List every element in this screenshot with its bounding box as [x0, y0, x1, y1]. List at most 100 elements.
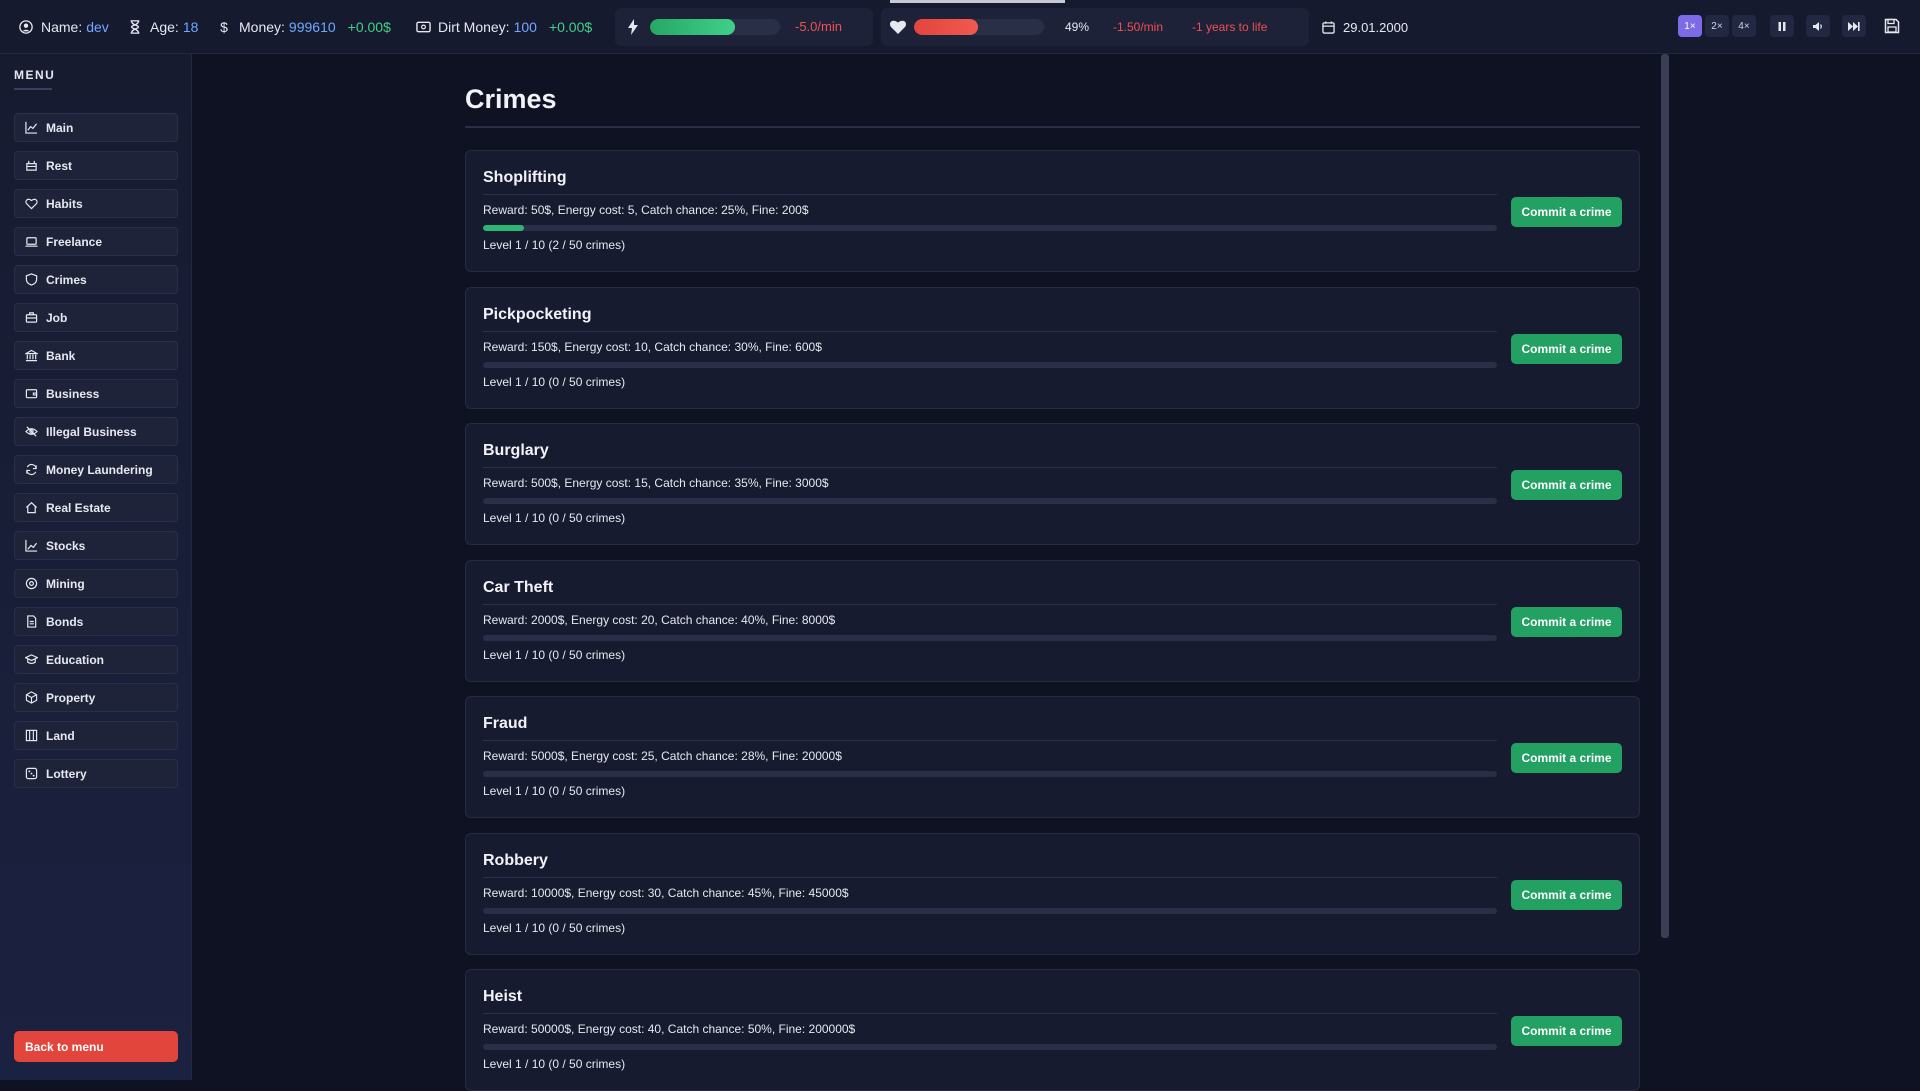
- crime-card-robbery: Robbery Reward: 10000$, Energy cost: 30, …: [465, 832, 1640, 955]
- crime-progress-bar: [483, 907, 1497, 914]
- wallet-icon: [25, 387, 38, 400]
- money-value: 999610: [288, 19, 336, 35]
- crime-progress-bar: [483, 361, 1497, 368]
- sidebar-item-main[interactable]: Main: [14, 113, 178, 142]
- sidebar-item-property[interactable]: Property: [14, 683, 178, 712]
- commit-crime-button[interactable]: Commit a crime: [1511, 879, 1622, 910]
- sidebar-item-habits[interactable]: Habits: [14, 189, 178, 218]
- sidebar-item-land[interactable]: Land: [14, 721, 178, 750]
- sidebar-item-bonds[interactable]: Bonds: [14, 607, 178, 636]
- sidebar-item-label: Bonds: [46, 614, 84, 629]
- money-stat: $ Money: 999610 +0.00$: [216, 0, 391, 54]
- speed-controls: 1× 2× 4×: [1678, 15, 1756, 37]
- sidebar-item-illegal-business[interactable]: Illegal Business: [14, 417, 178, 446]
- commit-crime-button[interactable]: Commit a crime: [1511, 1016, 1622, 1046]
- menu-title: MENU: [14, 68, 56, 82]
- sidebar-item-bank[interactable]: Bank: [14, 341, 178, 370]
- age-label: Age:: [150, 19, 179, 35]
- sidebar-item-label: Education: [46, 652, 105, 667]
- commit-crime-button[interactable]: Commit a crime: [1511, 197, 1622, 227]
- crime-card-fraud: Fraud Reward: 5000$, Energy cost: 25, Cat…: [465, 696, 1640, 818]
- sidebar-item-lottery[interactable]: Lottery: [14, 759, 178, 788]
- speed-4x-button[interactable]: 4×: [1732, 15, 1756, 37]
- sidebar-item-label: Illegal Business: [46, 424, 137, 439]
- sidebar-item-crimes[interactable]: Crimes: [14, 265, 178, 294]
- health-rate: -1.50/min: [1113, 20, 1164, 34]
- top-accent-line: [890, 0, 1065, 3]
- crime-divider: [483, 194, 1497, 195]
- pause-button[interactable]: [1770, 15, 1794, 37]
- dollar-icon: $: [220, 19, 228, 35]
- sidebar-item-label: Money Laundering: [46, 462, 153, 477]
- crime-info: Reward: 150$, Energy cost: 10, Catch cha…: [483, 339, 822, 354]
- crime-divider: [483, 330, 1497, 332]
- crime-progress-bar: [483, 634, 1497, 641]
- energy-panel: -5.0/min: [615, 8, 873, 46]
- main-content: Crimes Shoplifting Reward: 50$, Energy co…: [192, 54, 1920, 1091]
- commit-crime-button[interactable]: Commit a crime: [1511, 333, 1622, 364]
- crime-card-car-theft: Car Theft Reward: 2000$, Energy cost: 20,…: [465, 559, 1640, 682]
- crime-info: Reward: 5000$, Energy cost: 25, Catch ch…: [483, 749, 842, 763]
- sidebar-item-label: Business: [46, 386, 100, 401]
- sidebar-item-label: Rest: [46, 158, 73, 173]
- sidebar-item-stocks[interactable]: Stocks: [14, 531, 178, 560]
- crime-level: Level 1 / 10 (0 / 50 crimes): [483, 647, 626, 662]
- commit-crime-button[interactable]: Commit a crime: [1511, 606, 1622, 637]
- sidebar-item-label: Stocks: [46, 538, 86, 553]
- sidebar-item-label: Freelance: [46, 234, 103, 249]
- crime-progress-bar: [483, 1044, 1497, 1050]
- dirt-money-label: Dirt Money:: [438, 19, 510, 35]
- age-stat: Age: 18: [127, 0, 198, 54]
- hourglass-icon: [127, 19, 143, 35]
- sidebar-item-label: Job: [46, 310, 68, 325]
- briefcase-icon: [25, 311, 38, 324]
- sidebar-item-business[interactable]: Business: [14, 379, 178, 408]
- box-icon: [25, 691, 38, 704]
- menu-title-underline: [14, 88, 52, 90]
- crime-progress-fill: [483, 225, 524, 231]
- sidebar-item-label: Bank: [46, 348, 76, 363]
- back-to-menu-button[interactable]: Back to menu: [14, 1031, 178, 1062]
- sidebar-item-label: Lottery: [46, 766, 87, 781]
- skip-button[interactable]: [1842, 15, 1866, 37]
- heart-icon: [25, 197, 38, 210]
- sidebar: MENU Main Rest Habits Freelance Crimes Job Ban…: [0, 54, 192, 1080]
- sidebar-item-mining[interactable]: Mining: [14, 569, 178, 598]
- speed-1x-button[interactable]: 1×: [1678, 15, 1702, 37]
- crime-name: Burglary: [483, 442, 549, 459]
- sidebar-item-label: Mining: [46, 576, 85, 591]
- sidebar-item-job[interactable]: Job: [14, 303, 178, 332]
- dirt-money-value: 100: [513, 19, 537, 35]
- sidebar-item-freelance[interactable]: Freelance: [14, 227, 178, 256]
- money-label: Money:: [239, 19, 285, 35]
- sidebar-item-rest[interactable]: Rest: [14, 151, 178, 180]
- sidebar-item-money-laundering[interactable]: Money Laundering: [14, 455, 178, 484]
- commit-crime-button[interactable]: Commit a crime: [1511, 470, 1622, 500]
- name-stat: Name: dev: [18, 0, 109, 54]
- sidebar-item-label: Real Estate: [46, 500, 111, 515]
- age-value: 18: [182, 19, 199, 35]
- sidebar-item-education[interactable]: Education: [14, 645, 178, 674]
- sound-button[interactable]: [1806, 15, 1830, 37]
- speed-2x-button[interactable]: 2×: [1705, 15, 1729, 37]
- graduation-cap-icon: [25, 653, 38, 666]
- speaker-icon: [1812, 21, 1822, 31]
- sidebar-item-label: Habits: [46, 196, 83, 211]
- map-icon: [25, 729, 38, 742]
- gear-icon: [25, 577, 38, 590]
- pause-icon: [1778, 21, 1786, 31]
- laptop-icon: [25, 235, 38, 248]
- user-icon: [18, 19, 34, 35]
- save-button[interactable]: [1880, 14, 1904, 38]
- crime-card-shoplifting: Shoplifting Reward: 50$, Energy cost: 5, …: [465, 150, 1640, 272]
- scrollbar-thumb[interactable]: [1661, 54, 1669, 938]
- commit-crime-button[interactable]: Commit a crime: [1511, 743, 1622, 773]
- crime-progress-bar: [483, 498, 1497, 504]
- sidebar-item-real-estate[interactable]: Real Estate: [14, 493, 178, 522]
- energy-bar: [650, 19, 780, 35]
- crime-divider: [483, 740, 1497, 741]
- crime-level: Level 1 / 10 (0 / 50 crimes): [483, 1057, 626, 1071]
- chart-line-icon: [25, 121, 38, 134]
- crime-divider: [483, 876, 1497, 878]
- bed-icon: [25, 159, 38, 172]
